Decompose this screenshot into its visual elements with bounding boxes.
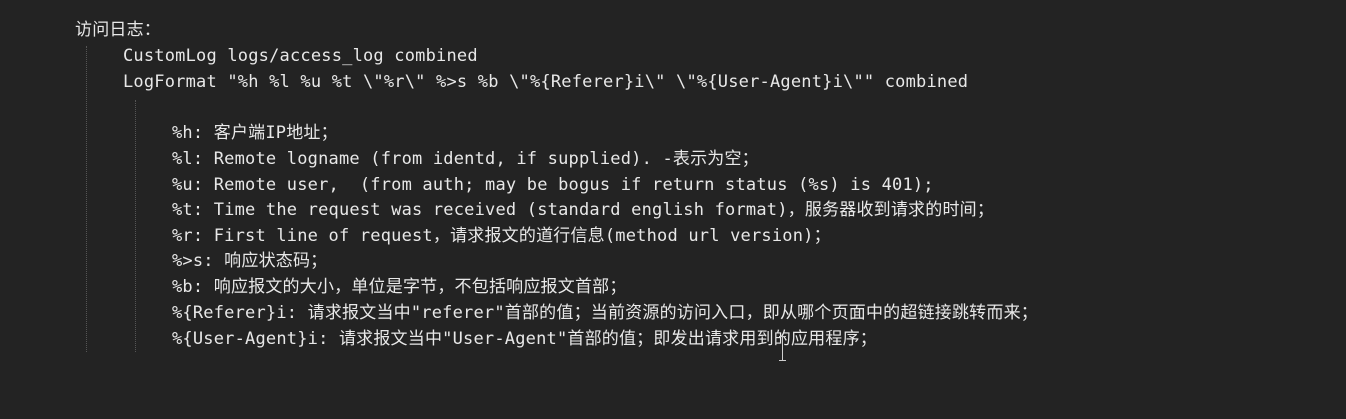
logformat-directive: LogFormat "%h %l %u %t \"%r\" %>s %b \"%… — [123, 72, 969, 92]
definition-line: %>s: 响应状态码； — [172, 251, 328, 271]
definition-line: %t: Time the request was received (stand… — [172, 200, 995, 220]
indent-guide — [86, 46, 87, 352]
text-editor-area[interactable]: 访问日志： CustomLog logs/access_log combined… — [0, 0, 1346, 419]
customlog-directive: CustomLog logs/access_log combined — [123, 46, 478, 66]
definition-line: %l: Remote logname (from identd, if supp… — [172, 149, 759, 169]
indent-guide — [135, 100, 136, 352]
definition-line: %r: First line of request，请求报文的道行信息(meth… — [172, 226, 831, 246]
section-heading: 访问日志： — [75, 20, 161, 40]
text-cursor-icon — [779, 334, 787, 362]
definition-line: %{User-Agent}i: 请求报文当中"User-Agent"首部的值；即… — [172, 329, 877, 349]
definition-line: %u: Remote user, (from auth; may be bogu… — [172, 175, 934, 195]
definition-line: %{Referer}i: 请求报文当中"referer"首部的值；当前资源的访问… — [172, 303, 1038, 323]
definition-line: %b: 响应报文的大小，单位是字节，不包括响应报文首部； — [172, 277, 627, 297]
definition-line: %h: 客户端IP地址； — [172, 123, 338, 143]
